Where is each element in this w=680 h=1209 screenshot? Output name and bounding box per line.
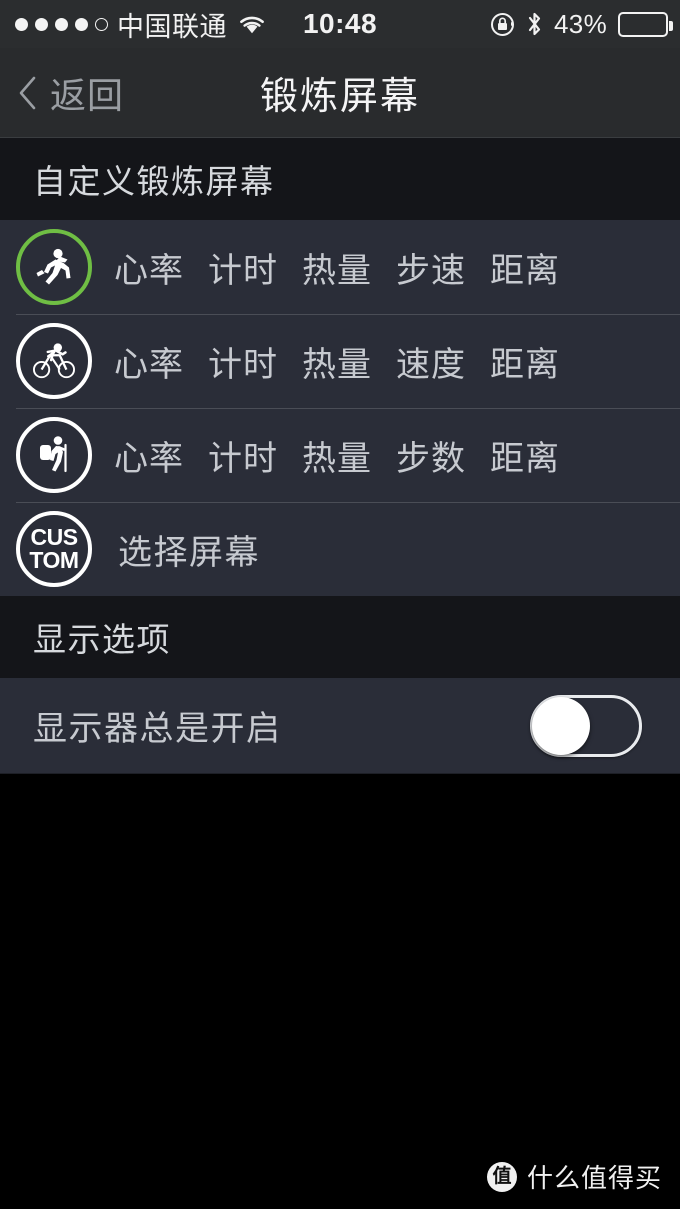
- metric-label: 速度: [396, 345, 466, 384]
- watermark-text: 什么值得买: [526, 1163, 662, 1193]
- activity-row-hiking[interactable]: 心率 计时 热量 步数 距离: [0, 408, 680, 502]
- metric-label: 计时: [208, 345, 278, 384]
- page-title: 锻炼屏幕: [259, 76, 420, 118]
- metric-label: 距离: [490, 439, 560, 478]
- cycling-icon: [16, 323, 92, 399]
- metric-label: 热量: [302, 345, 372, 384]
- metric-label: 计时: [208, 439, 278, 478]
- hiking-icon: [16, 417, 92, 493]
- metric-label: 距离: [490, 251, 560, 290]
- activity-metrics-running: 心率 计时 热量 步速 距离: [114, 243, 560, 292]
- metric-label: 心率: [114, 345, 184, 384]
- activity-metrics-cycling: 心率 计时 热量 速度 距离: [114, 337, 560, 386]
- running-icon: [16, 229, 92, 305]
- custom-row-label: 选择屏幕: [118, 533, 260, 572]
- always-on-display-toggle[interactable]: [530, 694, 642, 757]
- metric-label: 步速: [396, 251, 466, 290]
- metric-label: 热量: [302, 251, 372, 290]
- metric-label: 心率: [114, 439, 184, 478]
- status-bar: 中国联通 10:48 43%: [0, 0, 680, 48]
- activity-rows: 心率 计时 热量 步速 距离 心率 计时 热量 速度 距离 心率 计时 热量 步…: [0, 220, 680, 596]
- metric-label: 步数: [396, 439, 466, 478]
- toggle-knob: [532, 696, 590, 755]
- section-header-custom-screens: 自定义锻炼屏幕: [0, 138, 680, 220]
- setting-row-always-on-display[interactable]: 显示器总是开启: [0, 678, 680, 774]
- metric-label: 距离: [490, 345, 560, 384]
- always-on-display-label: 显示器总是开启: [33, 710, 282, 748]
- custom-badge-line1: CUS: [30, 524, 78, 550]
- metric-label: 计时: [208, 251, 278, 290]
- activity-row-cycling[interactable]: 心率 计时 热量 速度 距离: [0, 314, 680, 408]
- watermark-logo-icon: 值: [486, 1161, 517, 1192]
- navigation-bar: 返回 锻炼屏幕: [0, 48, 680, 138]
- status-bar-clock: 10:48: [302, 8, 378, 39]
- watermark: 值 什么值得买: [486, 1158, 662, 1195]
- phone-screen: 中国联通 10:48 43% 返回 锻炼屏幕 自定义锻炼屏幕 心率 计时 热量 …: [0, 0, 680, 1209]
- custom-badge-text: CUS TOM: [29, 524, 79, 573]
- metric-label: 心率: [114, 251, 184, 290]
- battery-icon: [618, 11, 673, 37]
- section-header-display-options: 显示选项: [0, 596, 680, 678]
- activity-row-running[interactable]: 心率 计时 热量 步速 距离: [0, 220, 680, 314]
- custom-badge-icon: CUS TOM: [16, 511, 92, 587]
- activity-metrics-hiking: 心率 计时 热量 步数 距离: [114, 431, 560, 480]
- custom-badge-line2: TOM: [29, 547, 79, 573]
- activity-row-custom[interactable]: CUS TOM 选择屏幕: [0, 502, 680, 596]
- metric-label: 热量: [302, 439, 372, 478]
